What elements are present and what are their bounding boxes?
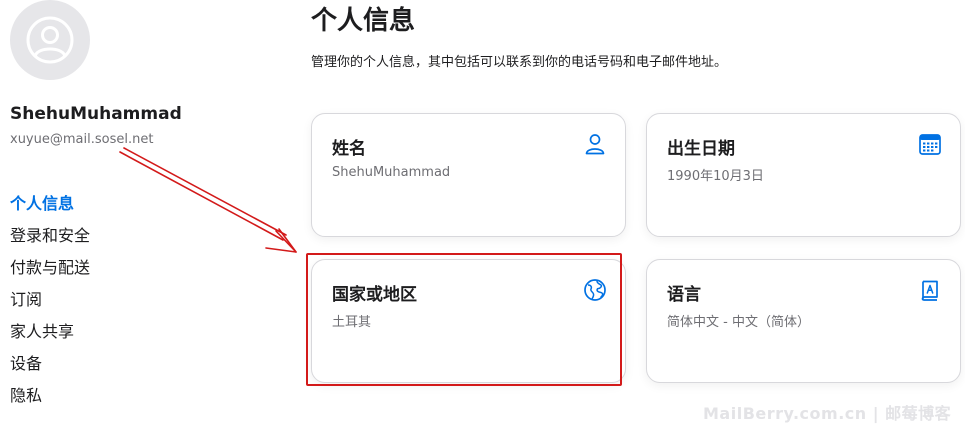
person-silhouette-icon	[26, 16, 74, 64]
sidebar-item-family-sharing[interactable]: 家人共享	[10, 319, 90, 351]
name-card-value: ShehuMuhammad	[332, 165, 451, 180]
language-card-title: 语言	[667, 285, 701, 305]
birthday-card-value: 1990年10月3日	[667, 169, 764, 184]
country-card-value: 土耳其	[332, 315, 372, 330]
sidebar-nav: 个人信息 登录和安全 付款与配送 订阅 家人共享 设备 隐私	[10, 191, 90, 415]
sidebar-item-privacy[interactable]: 隐私	[10, 383, 90, 415]
page-description: 管理你的个人信息，其中包括可以联系到你的电话号码和电子邮件地址。	[311, 55, 728, 70]
sidebar-item-personal-info[interactable]: 个人信息	[10, 191, 90, 223]
sidebar-item-devices[interactable]: 设备	[10, 351, 90, 383]
sidebar-item-payment-shipping[interactable]: 付款与配送	[10, 255, 90, 287]
book-icon	[921, 280, 938, 301]
user-name: ShehuMuhammad	[10, 104, 182, 124]
globe-icon	[584, 279, 606, 301]
country-card[interactable]: 国家或地区 土耳其	[311, 259, 626, 383]
country-card-title: 国家或地区	[332, 285, 417, 305]
watermark: MailBerry.com.cn | 邮莓博客	[703, 404, 952, 423]
user-email: xuyue@mail.sosel.net	[10, 132, 154, 147]
birthday-card-title: 出生日期	[667, 139, 735, 159]
avatar[interactable]	[10, 0, 90, 80]
sidebar-item-login-security[interactable]: 登录和安全	[10, 223, 90, 255]
language-card[interactable]: 语言 简体中文 - 中文（简体）	[646, 259, 961, 383]
birthday-card[interactable]: 出生日期 1990年10月3日	[646, 113, 961, 237]
name-card-title: 姓名	[332, 139, 366, 159]
name-card[interactable]: 姓名 ShehuMuhammad	[311, 113, 626, 237]
language-card-value: 简体中文 - 中文（简体）	[667, 315, 810, 330]
calendar-icon	[919, 134, 941, 155]
sidebar-item-subscriptions[interactable]: 订阅	[10, 287, 90, 319]
person-icon	[585, 134, 605, 155]
page-title: 个人信息	[311, 6, 416, 36]
